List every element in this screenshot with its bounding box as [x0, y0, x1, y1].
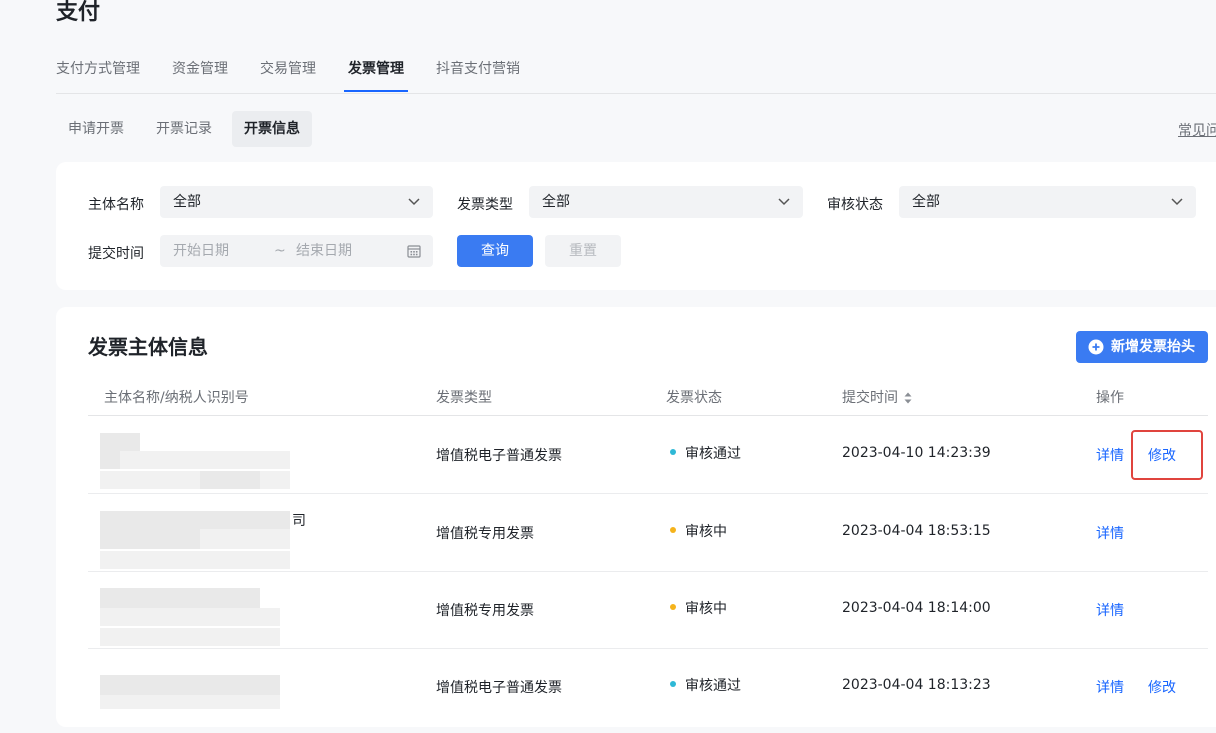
invoice-type-filter-label: 发票类型 — [457, 197, 513, 213]
sort-icon[interactable] — [904, 392, 912, 404]
redacted-entity-name — [100, 675, 290, 733]
table-header: 主体名称/纳税人识别号 发票类型 发票状态 提交时间 操作 — [88, 377, 1208, 416]
table-row: 司 增值税专用发票 审核中 2023-04-04 18:53:15 详情 — [88, 494, 1208, 572]
redacted-entity-name — [100, 433, 290, 491]
tab-funds[interactable]: 资金管理 — [172, 58, 228, 78]
plus-circle-icon — [1088, 339, 1104, 355]
edit-highlight-box — [1131, 430, 1203, 480]
col-invoice-type: 发票类型 — [436, 390, 492, 406]
tab-payment-methods[interactable]: 支付方式管理 — [56, 58, 140, 78]
entity-select[interactable]: 全部 — [160, 186, 433, 218]
query-button[interactable]: 查询 — [457, 235, 533, 267]
status-cell: 审核中 — [670, 521, 727, 541]
invoice-type-select-value: 全部 — [542, 194, 570, 210]
start-date-input[interactable]: 开始日期 — [173, 235, 229, 267]
chevron-down-icon — [778, 198, 790, 206]
invoice-entity-table-card: 发票主体信息 新增发票抬头 主体名称/纳税人识别号 发票类型 发票状态 提交时间… — [56, 307, 1216, 727]
table-row: 增值税电子普通发票 审核通过 2023-04-04 18:13:23 详情 修改 — [88, 648, 1208, 725]
status-text: 审核通过 — [685, 446, 741, 462]
entity-select-value: 全部 — [173, 194, 201, 210]
table-row: 增值税电子普通发票 审核通过 2023-04-10 14:23:39 详情 修改 — [88, 416, 1208, 494]
tab-transactions[interactable]: 交易管理 — [260, 58, 316, 78]
status-cell: 审核中 — [670, 598, 727, 618]
status-text: 审核中 — [685, 601, 727, 617]
col-submit-time-label: 提交时间 — [842, 390, 898, 406]
add-invoice-header-label: 新增发票抬头 — [1111, 339, 1195, 355]
col-invoice-status: 发票状态 — [666, 390, 722, 406]
review-status-select-value: 全部 — [912, 194, 940, 210]
chevron-down-icon — [1171, 198, 1183, 206]
edit-link[interactable]: 修改 — [1148, 677, 1176, 697]
status-cell: 审核通过 — [670, 443, 741, 463]
submit-time-cell: 2023-04-04 18:13:23 — [842, 677, 991, 693]
detail-link[interactable]: 详情 — [1096, 600, 1124, 620]
invoice-type-cell: 增值税电子普通发票 — [436, 448, 562, 464]
status-text: 审核通过 — [685, 678, 741, 694]
status-dot — [670, 449, 676, 455]
entity-filter-label: 主体名称 — [88, 197, 144, 213]
main-tab-bar: 支付方式管理 资金管理 交易管理 发票管理 抖音支付营销 — [56, 44, 1216, 94]
faq-link[interactable]: 常见问 — [1178, 120, 1216, 140]
table-title: 发票主体信息 — [88, 335, 208, 359]
invoice-type-select[interactable]: 全部 — [529, 186, 803, 218]
status-dot — [670, 604, 676, 610]
status-dot — [670, 681, 676, 687]
page-title: 支付 — [56, 0, 101, 25]
review-status-filter-label: 审核状态 — [827, 197, 883, 213]
invoice-type-cell: 增值税专用发票 — [436, 603, 534, 619]
review-status-select[interactable]: 全部 — [899, 186, 1196, 218]
table-row: 增值税专用发票 审核中 2023-04-04 18:14:00 详情 — [88, 571, 1208, 649]
add-invoice-header-button[interactable]: 新增发票抬头 — [1076, 331, 1208, 363]
col-entity: 主体名称/纳税人识别号 — [104, 390, 249, 406]
subtab-apply-invoice[interactable]: 申请开票 — [56, 111, 136, 147]
calendar-icon — [407, 245, 421, 258]
submit-time-cell: 2023-04-04 18:14:00 — [842, 600, 991, 616]
status-cell: 审核通过 — [670, 675, 741, 695]
tab-invoice-management[interactable]: 发票管理 — [348, 58, 404, 78]
reset-button[interactable]: 重置 — [545, 235, 621, 267]
date-separator: ~ — [274, 243, 286, 259]
redacted-entity-name — [100, 588, 290, 646]
end-date-input[interactable]: 结束日期 — [296, 235, 352, 267]
active-tab-indicator — [344, 90, 408, 92]
detail-link[interactable]: 详情 — [1096, 523, 1124, 543]
entity-name-suffix: 司 — [292, 513, 306, 529]
col-actions: 操作 — [1096, 390, 1124, 406]
col-submit-time[interactable]: 提交时间 — [842, 387, 912, 407]
submit-time-label: 提交时间 — [88, 246, 144, 262]
submit-time-cell: 2023-04-10 14:23:39 — [842, 445, 991, 461]
invoice-type-cell: 增值税专用发票 — [436, 526, 534, 542]
filter-panel: 主体名称 全部 发票类型 全部 审核状态 全部 提交时间 开始日期 ~ 结束日期… — [56, 162, 1216, 290]
subtab-invoice-records[interactable]: 开票记录 — [144, 111, 224, 147]
detail-link[interactable]: 详情 — [1096, 445, 1124, 465]
submit-time-cell: 2023-04-04 18:53:15 — [842, 523, 991, 539]
tab-douyin-pay-marketing[interactable]: 抖音支付营销 — [436, 58, 520, 78]
subtab-invoice-info[interactable]: 开票信息 — [232, 111, 312, 147]
detail-link[interactable]: 详情 — [1096, 677, 1124, 697]
date-range-picker[interactable]: 开始日期 ~ 结束日期 — [160, 235, 433, 267]
invoice-type-cell: 增值税电子普通发票 — [436, 680, 562, 696]
redacted-entity-name — [100, 511, 290, 569]
chevron-down-icon — [408, 198, 420, 206]
status-dot — [670, 527, 676, 533]
status-text: 审核中 — [685, 524, 727, 540]
